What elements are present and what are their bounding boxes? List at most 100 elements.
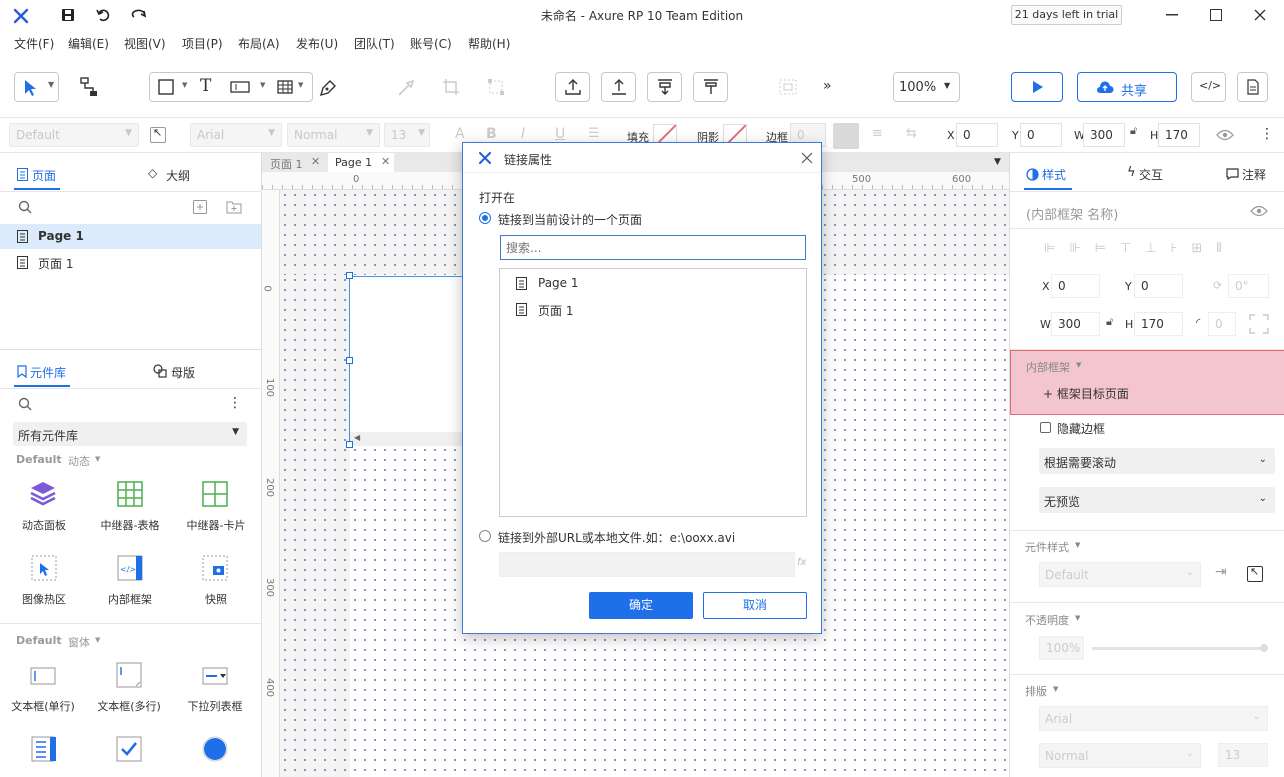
size-input[interactable]: 13: [1218, 743, 1268, 767]
menu-file[interactable]: 文件(F): [14, 35, 54, 52]
tab-masters[interactable]: 母版: [171, 364, 195, 381]
widget-name-input[interactable]: (内部框架 名称): [1026, 204, 1118, 223]
library-select[interactable]: 所有元件库 ▼: [13, 422, 247, 446]
menu-account[interactable]: 账号(C): [410, 35, 452, 52]
font-select[interactable]: Arial ▼: [190, 123, 282, 147]
bring-forward-button[interactable]: [555, 72, 590, 102]
add-page-icon[interactable]: [193, 200, 207, 214]
opacity-input[interactable]: 100%: [1039, 636, 1084, 660]
tab-pages[interactable]: 页面: [32, 167, 56, 184]
link-url-radio[interactable]: [479, 530, 491, 542]
weight-select[interactable]: Normal ▼: [287, 123, 380, 147]
border-color-swatch[interactable]: [833, 123, 859, 149]
resize-handle[interactable]: [346, 272, 353, 279]
ok-button[interactable]: 确定: [589, 592, 693, 619]
canvas-tab[interactable]: 页面 1 ✕: [262, 153, 324, 172]
scroll-select[interactable]: 根据需要滚动 ⌄: [1039, 448, 1275, 474]
checkbox-icon[interactable]: [116, 736, 142, 762]
tab-library[interactable]: 元件库: [30, 364, 66, 381]
style-edit-button[interactable]: ↖: [1247, 565, 1263, 582]
tab-interactions[interactable]: 交互: [1139, 166, 1163, 183]
eye-icon[interactable]: [1216, 129, 1234, 141]
menu-layout[interactable]: 布局(A): [238, 35, 280, 52]
menu-team[interactable]: 团队(T): [354, 35, 395, 52]
preview-select[interactable]: 无预览 ⌄: [1039, 487, 1275, 513]
table-icon[interactable]: [277, 80, 293, 94]
opacity-slider-thumb[interactable]: [1260, 644, 1268, 652]
link-page-label[interactable]: 链接到当前设计的一个页面: [498, 211, 642, 228]
link-url-label[interactable]: 链接到外部URL或本地文件.如：e:\ooxx.avi: [498, 529, 735, 546]
group-sub[interactable]: 窗体: [68, 634, 90, 650]
trial-badge[interactable]: 21 days left in trial: [1011, 5, 1122, 25]
font-select[interactable]: Arial ⌄: [1039, 706, 1268, 731]
maximize-icon[interactable]: [1210, 9, 1222, 21]
menu-view[interactable]: 视图(V): [124, 35, 166, 52]
tab-menu-icon[interactable]: ▼: [994, 157, 1001, 167]
text-tool-icon[interactable]: T: [200, 76, 211, 96]
width-input[interactable]: 300: [1051, 312, 1100, 336]
widget-dynamic-panel[interactable]: 动态面板: [4, 478, 84, 534]
hide-border-checkbox[interactable]: [1040, 422, 1051, 433]
style-select[interactable]: Default ▼: [9, 123, 139, 147]
search-icon[interactable]: [18, 397, 32, 411]
more-options-icon[interactable]: ⋮: [228, 395, 242, 411]
size-select[interactable]: 13 ▼: [384, 123, 430, 147]
height-input[interactable]: 170: [1134, 312, 1183, 336]
search-icon[interactable]: [18, 200, 32, 214]
widget-style-select[interactable]: Default ⌄: [1039, 562, 1201, 587]
menu-edit[interactable]: 编辑(E): [68, 35, 109, 52]
distribute-button[interactable]: [693, 72, 728, 102]
share-button[interactable]: 共享: [1077, 72, 1177, 102]
list-box-icon[interactable]: [31, 736, 57, 762]
lock-icon[interactable]: 🔓︎: [1106, 315, 1113, 329]
pen-icon[interactable]: [318, 78, 338, 98]
more-options-icon[interactable]: ⋮: [1260, 126, 1274, 142]
widget-repeater-table[interactable]: 中继器-表格: [88, 478, 172, 534]
link-page-radio[interactable]: [479, 212, 491, 224]
height-input[interactable]: 170: [1158, 123, 1200, 147]
x-input[interactable]: 0: [1051, 274, 1100, 298]
widget-text-area[interactable]: 文本框(多行): [86, 653, 172, 717]
more-tools-icon[interactable]: »: [823, 78, 832, 94]
close-icon[interactable]: ✕: [311, 155, 320, 168]
document-button[interactable]: [1237, 72, 1268, 102]
connector-icon[interactable]: [79, 76, 99, 98]
url-input[interactable]: [499, 552, 795, 577]
align-top-button[interactable]: [647, 72, 682, 102]
resize-handle[interactable]: [346, 357, 353, 364]
radius-input[interactable]: 0: [1208, 312, 1236, 336]
frame-target-link[interactable]: + 框架目标页面: [1043, 385, 1129, 402]
eye-icon[interactable]: [1250, 205, 1268, 217]
rectangle-icon[interactable]: [158, 79, 174, 95]
select-tool-button[interactable]: ▼: [14, 72, 59, 102]
close-icon[interactable]: ✕: [381, 155, 390, 168]
group-sub[interactable]: 动态: [68, 453, 90, 469]
minimize-icon[interactable]: [1166, 14, 1178, 16]
y-input[interactable]: 0: [1134, 274, 1183, 298]
y-input[interactable]: 0: [1020, 123, 1062, 147]
page-list-item[interactable]: Page 1: [500, 273, 806, 295]
lock-icon[interactable]: 🔓︎: [1130, 124, 1137, 138]
menu-publish[interactable]: 发布(U): [296, 35, 338, 52]
widget-snapshot[interactable]: 快照: [176, 552, 256, 608]
widget-text-field[interactable]: 文本框(单行): [0, 661, 86, 717]
zoom-select[interactable]: 100% ▼: [893, 72, 960, 102]
weight-select[interactable]: Normal ⌄: [1039, 743, 1201, 768]
widget-droplist[interactable]: 下拉列表框: [172, 661, 258, 717]
apply-style-icon[interactable]: ⇥: [1215, 564, 1227, 580]
widget-repeater-card[interactable]: 中继器-卡片: [176, 478, 256, 534]
page-search-input[interactable]: [500, 235, 806, 260]
tab-outline[interactable]: 大纲: [166, 167, 190, 184]
widget-inline-frame[interactable]: </> 内部框架: [88, 552, 172, 608]
add-folder-icon[interactable]: [226, 200, 242, 214]
widget-hotspot[interactable]: 图像热区: [4, 552, 84, 608]
page-item-selected[interactable]: Page 1: [0, 224, 261, 249]
tab-notes[interactable]: 注释: [1242, 166, 1266, 183]
x-input[interactable]: 0: [956, 123, 998, 147]
cancel-button[interactable]: 取消: [703, 592, 807, 619]
style-edit-button[interactable]: ↖: [150, 126, 166, 143]
send-backward-button[interactable]: [601, 72, 636, 102]
rotation-input[interactable]: 0°: [1228, 274, 1269, 298]
radio-icon[interactable]: [202, 736, 228, 762]
page-list-item[interactable]: 页面 1: [500, 299, 806, 321]
